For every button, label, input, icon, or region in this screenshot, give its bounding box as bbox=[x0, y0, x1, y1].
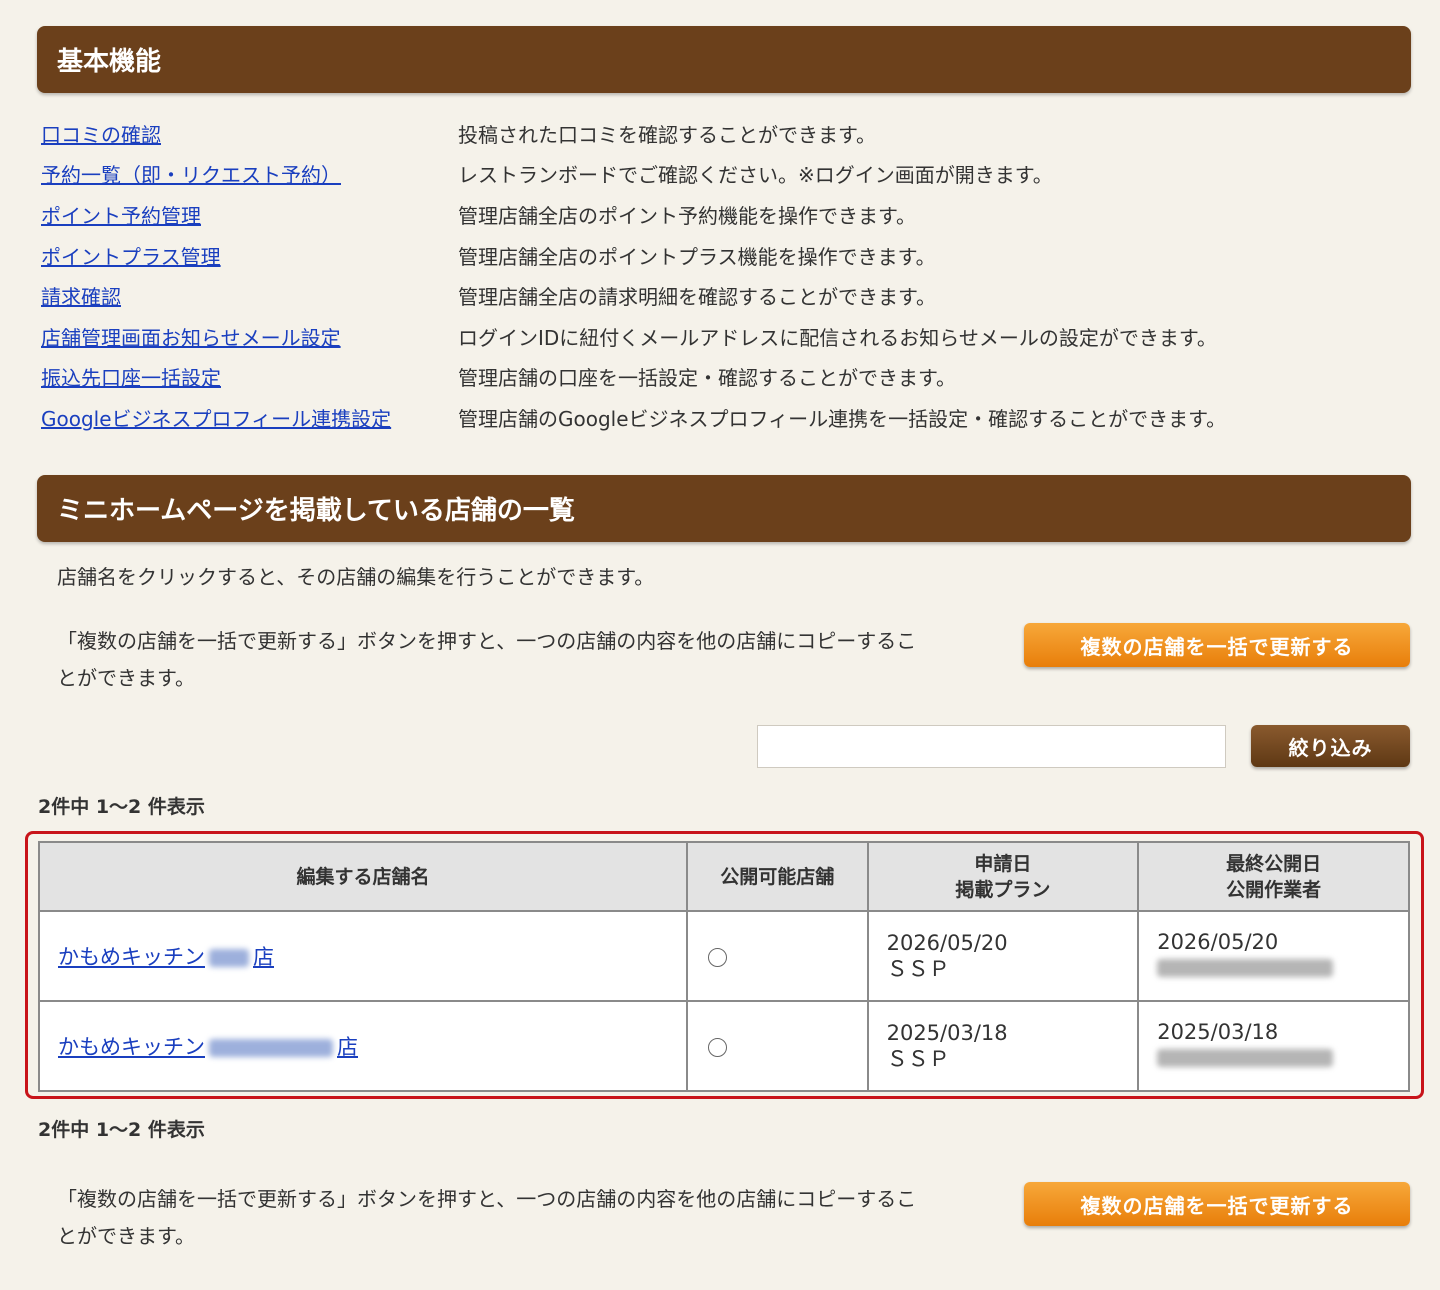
publishable-radio[interactable] bbox=[708, 1037, 728, 1057]
feature-description: 管理店舗全店のポイントプラス機能を操作できます。 bbox=[458, 244, 936, 269]
point-reservation-link[interactable]: ポイント予約管理 bbox=[41, 200, 458, 229]
feature-description: ログインIDに紐付くメールアドレスに配信されるお知らせメールの設定ができます。 bbox=[458, 325, 1217, 350]
applied-date: 2026/05/20 bbox=[886, 931, 1008, 955]
feature-description: レストランボードでご確認ください。※ログイン画面が開きます。 bbox=[458, 163, 1053, 188]
publishable-radio[interactable] bbox=[708, 947, 728, 967]
last-published-cell: 2026/05/20 bbox=[1137, 910, 1410, 1002]
publishable-cell bbox=[686, 1000, 869, 1092]
bulk-note-line: 「複数の店舗を一括で更新する」ボタンを押すと、一つの店舗の内容を他の店舗にコピー… bbox=[57, 1187, 917, 1211]
column-header-last-published: 最終公開日 公開作業者 bbox=[1137, 841, 1410, 912]
header-line: 掲載プラン bbox=[955, 878, 1051, 901]
last-published-date: 2026/05/20 bbox=[1157, 930, 1279, 954]
publishable-cell bbox=[686, 910, 869, 1002]
applied-info: 2025/03/18 ＳＳＰ bbox=[869, 1020, 1138, 1072]
feature-description: 管理店舗全店のポイント予約機能を操作できます。 bbox=[458, 203, 916, 228]
point-plus-link[interactable]: ポイントプラス管理 bbox=[41, 241, 458, 270]
last-published-cell: 2025/03/18 bbox=[1137, 1000, 1410, 1092]
plan-name: ＳＳＰ bbox=[886, 957, 950, 981]
last-published-date: 2025/03/18 bbox=[1157, 1020, 1279, 1044]
bank-account-link[interactable]: 振込先口座一括設定 bbox=[41, 362, 458, 391]
table-header-row: 編集する店舗名 公開可能店舗 申請日 掲載プラン 最終公開日 公開作業者 bbox=[37, 841, 1410, 912]
feature-row: 振込先口座一括設定 管理店舗の口座を一括設定・確認することができます。 bbox=[41, 357, 1411, 398]
feature-row: ポイント予約管理 管理店舗全店のポイント予約機能を操作できます。 bbox=[41, 194, 1411, 235]
billing-check-link[interactable]: 請求確認 bbox=[41, 281, 458, 310]
last-published-info: 2026/05/20 bbox=[1139, 929, 1408, 983]
mini-homepage-title: ミニホームページを掲載している店舗の一覧 bbox=[57, 496, 575, 526]
store-link[interactable]: かもめキッチン 店 bbox=[40, 1035, 358, 1059]
feature-row: ポイントプラス管理 管理店舗全店のポイントプラス機能を操作できます。 bbox=[41, 235, 1411, 276]
redacted-operator bbox=[1157, 1049, 1334, 1067]
bulk-note-line: 「複数の店舗を一括で更新する」ボタンを押すと、一つの店舗の内容を他の店舗にコピー… bbox=[57, 629, 917, 653]
bulk-note-line: とができます。 bbox=[57, 1224, 195, 1248]
applied-info: 2026/05/20 ＳＳＰ bbox=[869, 930, 1138, 982]
feature-row: 店舗管理画面お知らせメール設定 ログインIDに紐付くメールアドレスに配信されるお… bbox=[41, 316, 1411, 357]
store-table: 編集する店舗名 公開可能店舗 申請日 掲載プラン 最終公開日 公開作業者 かもめ… bbox=[37, 841, 1410, 1092]
bulk-update-note-bottom: 「複数の店舗を一括で更新する」ボタンを押すと、一つの店舗の内容を他の店舗にコピー… bbox=[57, 1181, 997, 1255]
feature-row: 予約一覧（即・リクエスト予約） レストランボードでご確認ください。※ログイン画面… bbox=[41, 154, 1411, 195]
store-name-cell: かもめキッチン 店 bbox=[37, 1000, 689, 1092]
bulk-update-button-bottom[interactable]: 複数の店舗を一括で更新する bbox=[1024, 1182, 1410, 1226]
column-header-applied: 申請日 掲載プラン bbox=[866, 841, 1140, 912]
store-name-prefix: かもめキッチン bbox=[58, 945, 205, 969]
column-header-store: 編集する店舗名 bbox=[37, 841, 689, 912]
table-row: かもめキッチン 店 2026/05/20 ＳＳＰ 2026/05/20 bbox=[37, 910, 1410, 1002]
store-name-suffix: 店 bbox=[253, 945, 274, 969]
intro-text: 店舗名をクリックすると、その店舗の編集を行うことができます。 bbox=[57, 565, 655, 589]
feature-list: 口コミの確認 投稿された口コミを確認することができます。 予約一覧（即・リクエス… bbox=[41, 113, 1411, 438]
google-business-link[interactable]: Googleビジネスプロフィール連携設定 bbox=[41, 403, 458, 432]
feature-description: 管理店舗全店の請求明細を確認することができます。 bbox=[458, 285, 936, 310]
feature-description: 管理店舗の口座を一括設定・確認することができます。 bbox=[458, 366, 956, 391]
redacted-text bbox=[209, 1039, 333, 1057]
bulk-note-line: とができます。 bbox=[57, 666, 195, 690]
feature-description: 投稿された口コミを確認することができます。 bbox=[458, 122, 876, 147]
applied-cell: 2025/03/18 ＳＳＰ bbox=[866, 1000, 1140, 1092]
filter-button[interactable]: 絞り込み bbox=[1251, 725, 1410, 767]
applied-cell: 2026/05/20 ＳＳＰ bbox=[866, 910, 1140, 1002]
search-input[interactable] bbox=[757, 725, 1226, 768]
header-line: 申請日 bbox=[974, 852, 1032, 875]
basic-functions-title: 基本機能 bbox=[57, 47, 162, 77]
store-name-cell: かもめキッチン 店 bbox=[37, 910, 689, 1002]
review-check-link[interactable]: 口コミの確認 bbox=[41, 119, 458, 148]
feature-row: 口コミの確認 投稿された口コミを確認することができます。 bbox=[41, 113, 1411, 154]
mini-homepage-header: ミニホームページを掲載している店舗の一覧 bbox=[37, 475, 1411, 542]
reservation-list-link[interactable]: 予約一覧（即・リクエスト予約） bbox=[41, 159, 458, 188]
store-link[interactable]: かもめキッチン 店 bbox=[40, 945, 274, 969]
result-count: 2件中 1〜2 件表示 bbox=[38, 796, 205, 818]
bulk-update-note-top: 「複数の店舗を一括で更新する」ボタンを押すと、一つの店舗の内容を他の店舗にコピー… bbox=[57, 623, 997, 697]
store-name-prefix: かもめキッチン bbox=[58, 1035, 205, 1059]
feature-row: Googleビジネスプロフィール連携設定 管理店舗のGoogleビジネスプロフィ… bbox=[41, 397, 1411, 438]
applied-date: 2025/03/18 bbox=[886, 1021, 1008, 1045]
feature-description: 管理店舗のGoogleビジネスプロフィール連携を一括設定・確認することができます… bbox=[458, 406, 1227, 431]
feature-row: 請求確認 管理店舗全店の請求明細を確認することができます。 bbox=[41, 275, 1411, 316]
bulk-update-button[interactable]: 複数の店舗を一括で更新する bbox=[1024, 623, 1410, 667]
column-header-publishable: 公開可能店舗 bbox=[686, 841, 869, 912]
basic-functions-header: 基本機能 bbox=[37, 26, 1411, 93]
table-row: かもめキッチン 店 2025/03/18 ＳＳＰ 2025/03/18 bbox=[37, 1000, 1410, 1092]
plan-name: ＳＳＰ bbox=[886, 1047, 950, 1071]
notification-mail-link[interactable]: 店舗管理画面お知らせメール設定 bbox=[41, 322, 458, 351]
redacted-operator bbox=[1157, 959, 1334, 977]
header-line: 最終公開日 bbox=[1226, 852, 1322, 875]
store-name-suffix: 店 bbox=[337, 1035, 358, 1059]
header-line: 公開作業者 bbox=[1226, 878, 1322, 901]
redacted-text bbox=[209, 949, 249, 967]
result-count-bottom: 2件中 1〜2 件表示 bbox=[38, 1119, 205, 1141]
last-published-info: 2025/03/18 bbox=[1139, 1019, 1408, 1073]
